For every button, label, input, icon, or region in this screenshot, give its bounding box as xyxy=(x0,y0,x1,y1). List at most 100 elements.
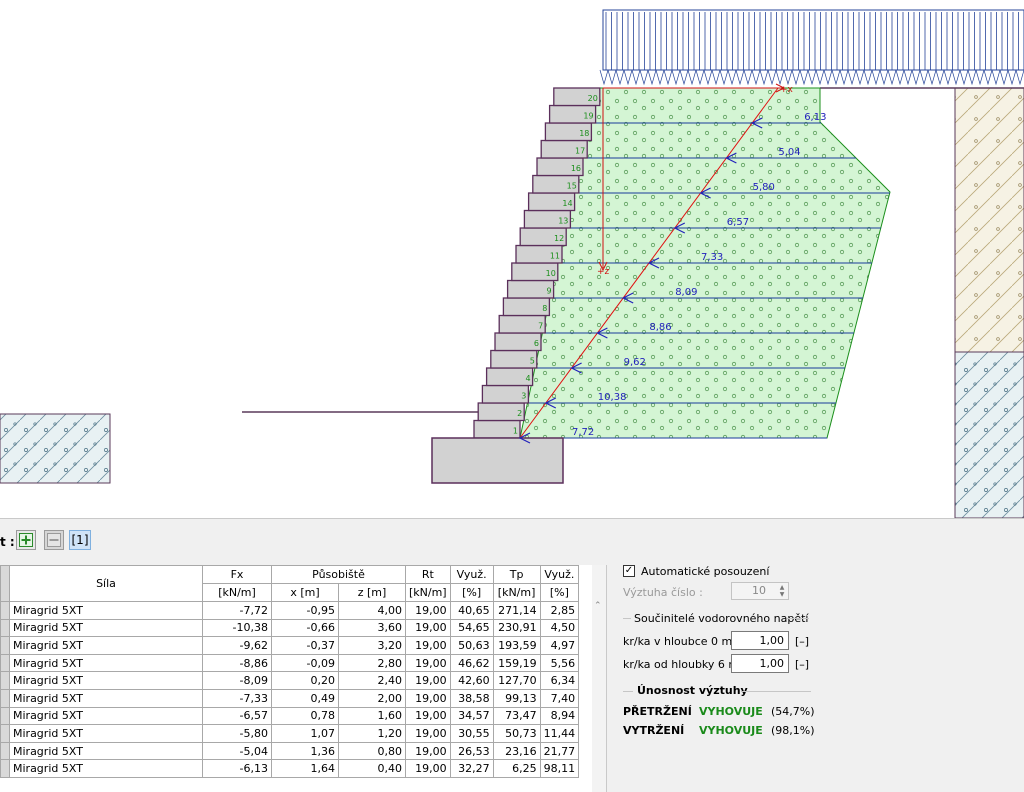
cell-sila[interactable]: Miragrid 5XT xyxy=(9,741,203,761)
cell-x[interactable]: -0,95 xyxy=(271,601,339,620)
table-row[interactable]: Miragrid 5XT -6,57 0,78 1,60 19,00 34,57 73,47… xyxy=(0,706,580,726)
cell-sila[interactable]: Miragrid 5XT xyxy=(9,724,203,743)
cell-sila[interactable]: Miragrid 5XT xyxy=(9,688,203,708)
cell-vyuz2[interactable]: 98,11 xyxy=(539,759,580,778)
auto-check-checkbox[interactable]: ✓ xyxy=(623,565,635,577)
cell-vyuz2[interactable]: 11,44 xyxy=(539,724,580,743)
row-selector[interactable] xyxy=(0,618,10,638)
table-row[interactable]: Miragrid 5XT -7,72 -0,95 4,00 19,00 40,65 271,… xyxy=(0,601,580,620)
remove-button[interactable] xyxy=(44,530,64,550)
cell-tp[interactable]: 6,25 xyxy=(492,759,541,778)
table-row[interactable]: Miragrid 5XT -10,38 -0,66 3,60 19,00 54,65 230… xyxy=(0,618,580,638)
k-bottom-input[interactable]: 1,00 xyxy=(731,654,789,673)
cell-rt[interactable]: 19,00 xyxy=(405,618,451,638)
cell-z[interactable]: 1,20 xyxy=(338,724,406,743)
row-selector[interactable] xyxy=(0,759,10,778)
cell-vyuz2[interactable]: 7,40 xyxy=(539,688,580,708)
cell-sila[interactable]: Miragrid 5XT xyxy=(9,653,203,673)
scroll-up-icon[interactable]: ⌃ xyxy=(594,601,602,611)
cell-tp[interactable]: 159,19 xyxy=(492,653,541,673)
cell-sila[interactable]: Miragrid 5XT xyxy=(9,759,203,778)
cell-x[interactable]: 0,49 xyxy=(271,688,339,708)
col-header-rt[interactable]: Rt xyxy=(405,565,451,584)
cell-z[interactable]: 2,40 xyxy=(338,671,406,690)
table-row[interactable]: Miragrid 5XT -9,62 -0,37 3,20 19,00 50,63 193,… xyxy=(0,636,580,655)
cell-vyuz1[interactable]: 34,57 xyxy=(449,706,494,726)
cell-z[interactable]: 4,00 xyxy=(338,601,406,620)
cell-vyuz1[interactable]: 46,62 xyxy=(449,653,494,673)
cell-x[interactable]: 1,36 xyxy=(271,741,339,761)
cell-sila[interactable]: Miragrid 5XT xyxy=(9,636,203,655)
cell-fx[interactable]: -7,33 xyxy=(202,688,272,708)
row-selector[interactable] xyxy=(0,653,10,673)
table-row[interactable]: Miragrid 5XT -5,04 1,36 0,80 19,00 26,53 23,16… xyxy=(0,741,580,761)
add-button[interactable] xyxy=(16,530,36,550)
cell-z[interactable]: 0,40 xyxy=(338,759,406,778)
cell-tp[interactable]: 73,47 xyxy=(492,706,541,726)
cell-fx[interactable]: -10,38 xyxy=(202,618,272,638)
cell-tp[interactable]: 230,91 xyxy=(492,618,541,638)
cell-x[interactable]: 1,07 xyxy=(271,724,339,743)
cell-vyuz1[interactable]: 54,65 xyxy=(449,618,494,638)
cell-rt[interactable]: 19,00 xyxy=(405,653,451,673)
cell-fx[interactable]: -8,86 xyxy=(202,653,272,673)
cell-vyuz2[interactable]: 21,77 xyxy=(539,741,580,761)
cell-rt[interactable]: 19,00 xyxy=(405,706,451,726)
cell-z[interactable]: 2,80 xyxy=(338,653,406,673)
cell-vyuz2[interactable]: 6,34 xyxy=(539,671,580,690)
row-selector[interactable] xyxy=(0,741,10,761)
cell-z[interactable]: 3,20 xyxy=(338,636,406,655)
table-row[interactable]: Miragrid 5XT -5,80 1,07 1,20 19,00 30,55 50,73… xyxy=(0,724,580,743)
cell-x[interactable]: -0,66 xyxy=(271,618,339,638)
cell-tp[interactable]: 99,13 xyxy=(492,688,541,708)
table-row[interactable]: Miragrid 5XT -8,86 -0,09 2,80 19,00 46,62 159,… xyxy=(0,653,580,673)
cell-x[interactable]: -0,09 xyxy=(271,653,339,673)
cell-fx[interactable]: -9,62 xyxy=(202,636,272,655)
cell-rt[interactable]: 19,00 xyxy=(405,636,451,655)
col-header-vyuz1[interactable]: Využ. xyxy=(449,565,494,584)
cell-sila[interactable]: Miragrid 5XT xyxy=(9,706,203,726)
drawing-canvas[interactable]: 1 2 3 4 5 6 7 8 9 10 11 12 13 14 15 16 17 18 19 20 +x +z 7,… xyxy=(0,0,1024,518)
cell-vyuz2[interactable]: 4,50 xyxy=(539,618,580,638)
cell-vyuz2[interactable]: 8,94 xyxy=(539,706,580,726)
cell-vyuz2[interactable]: 5,56 xyxy=(539,653,580,673)
table-scrollbar[interactable]: ⌃ xyxy=(592,565,606,792)
cell-sila[interactable]: Miragrid 5XT xyxy=(9,601,203,620)
vyztuha-stepper[interactable]: 10 ▲ ▼ xyxy=(731,582,789,600)
cell-tp[interactable]: 271,14 xyxy=(492,601,541,620)
table-row[interactable]: Miragrid 5XT -7,33 0,49 2,00 19,00 38,58 99,13… xyxy=(0,688,580,708)
cell-fx[interactable]: -5,04 xyxy=(202,741,272,761)
k-top-input[interactable]: 1,00 xyxy=(731,631,789,650)
cell-vyuz1[interactable]: 38,58 xyxy=(449,688,494,708)
cell-vyuz1[interactable]: 30,55 xyxy=(449,724,494,743)
cell-x[interactable]: 1,64 xyxy=(271,759,339,778)
cell-x[interactable]: -0,37 xyxy=(271,636,339,655)
cell-tp[interactable]: 23,16 xyxy=(492,741,541,761)
cell-rt[interactable]: 19,00 xyxy=(405,741,451,761)
col-header-tp[interactable]: Tp xyxy=(492,565,541,584)
item-selector-button[interactable]: [1] xyxy=(69,530,91,550)
table-row[interactable]: Miragrid 5XT -8,09 0,20 2,40 19,00 42,60 127,7… xyxy=(0,671,580,690)
cell-x[interactable]: 0,78 xyxy=(271,706,339,726)
col-header-fx[interactable]: Fx xyxy=(202,565,272,584)
stepper-arrows-icon[interactable]: ▲ ▼ xyxy=(777,584,787,598)
cell-fx[interactable]: -6,57 xyxy=(202,706,272,726)
col-header-sila[interactable]: Síla xyxy=(9,565,203,602)
cell-tp[interactable]: 50,73 xyxy=(492,724,541,743)
cell-sila[interactable]: Miragrid 5XT xyxy=(9,671,203,690)
col-header-pusobiste[interactable]: Působiště xyxy=(271,565,406,584)
cell-rt[interactable]: 19,00 xyxy=(405,759,451,778)
cell-vyuz1[interactable]: 50,63 xyxy=(449,636,494,655)
cell-rt[interactable]: 19,00 xyxy=(405,601,451,620)
cell-fx[interactable]: -7,72 xyxy=(202,601,272,620)
row-selector[interactable] xyxy=(0,636,10,655)
cell-z[interactable]: 3,60 xyxy=(338,618,406,638)
cell-fx[interactable]: -6,13 xyxy=(202,759,272,778)
cell-x[interactable]: 0,20 xyxy=(271,671,339,690)
cell-vyuz1[interactable]: 26,53 xyxy=(449,741,494,761)
cell-fx[interactable]: -8,09 xyxy=(202,671,272,690)
cell-vyuz1[interactable]: 32,27 xyxy=(449,759,494,778)
cell-tp[interactable]: 127,70 xyxy=(492,671,541,690)
cell-vyuz2[interactable]: 4,97 xyxy=(539,636,580,655)
cell-rt[interactable]: 19,00 xyxy=(405,688,451,708)
